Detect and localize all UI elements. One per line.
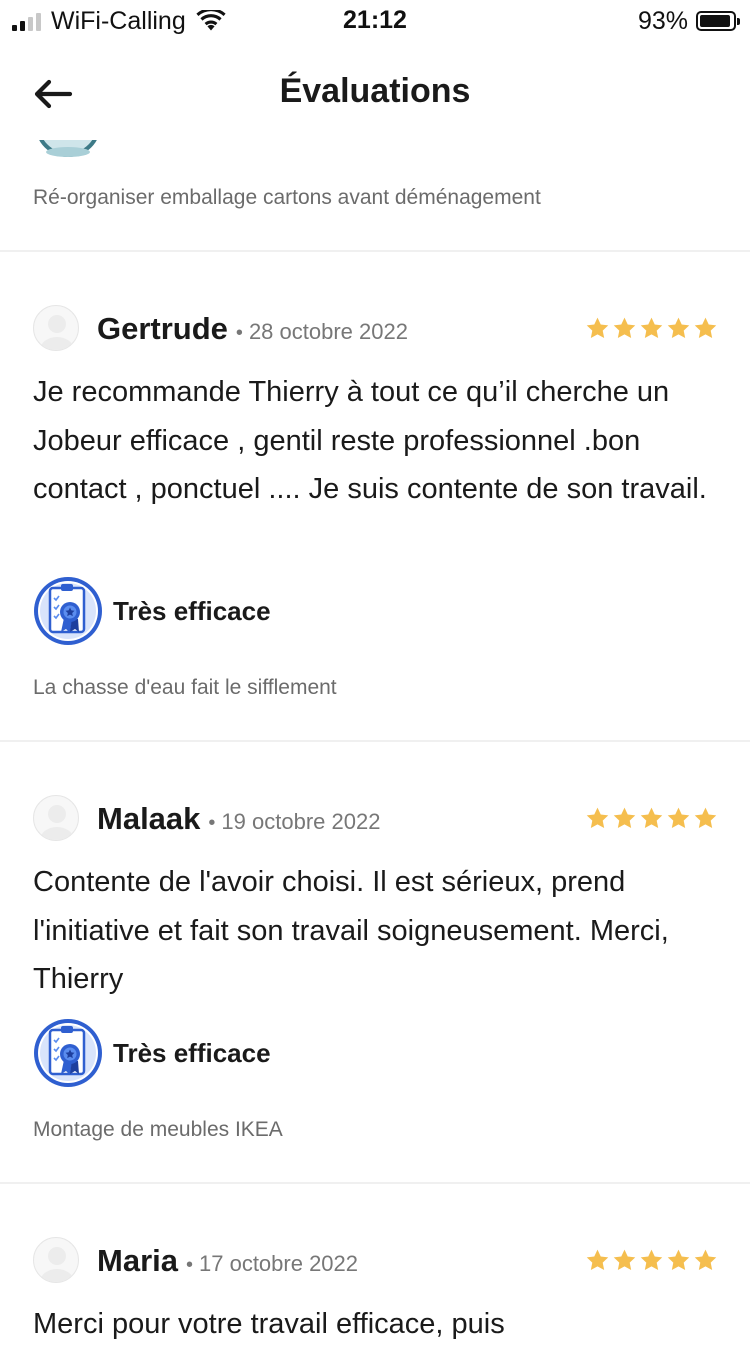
separator-dot: • xyxy=(208,812,216,834)
star-icon xyxy=(693,806,718,831)
star-icon xyxy=(666,316,691,341)
star-icon xyxy=(666,1248,691,1273)
review-text: Je recommande Thierry à tout ce qu’il ch… xyxy=(33,376,707,505)
badge-label: Très efficace xyxy=(113,596,271,626)
page-title: Évaluations xyxy=(279,72,471,110)
star-icon xyxy=(639,316,664,341)
separator-dot: • xyxy=(185,1254,193,1276)
star-icon xyxy=(612,806,637,831)
star-icon xyxy=(639,806,664,831)
reviewer-name-text: Gertrude xyxy=(97,311,228,346)
reviewer-name-text: Malaak xyxy=(97,801,201,836)
star-icon xyxy=(693,316,718,341)
rating-stars xyxy=(585,806,718,831)
star-icon xyxy=(585,806,610,831)
separator-dot: • xyxy=(235,322,243,344)
review-date: 19 octobre 2022 xyxy=(221,809,381,834)
avatar xyxy=(33,1237,79,1283)
star-icon xyxy=(612,1248,637,1273)
reviewer-name: Gertrude • 28 octobre 2022 xyxy=(97,311,408,347)
review-divider xyxy=(0,250,750,252)
reviews-list[interactable]: Ré-organiser emballage cartons avant dém… xyxy=(0,0,750,1340)
efficiency-badge-icon xyxy=(33,576,103,646)
rating-stars xyxy=(585,1248,718,1273)
star-icon xyxy=(585,1248,610,1273)
review-date: 28 octobre 2022 xyxy=(248,319,408,344)
star-icon xyxy=(693,1248,718,1273)
review-divider xyxy=(0,740,750,742)
task-title: Montage de meubles IKEA xyxy=(33,1118,283,1141)
reviewer-name: Malaak • 19 octobre 2022 xyxy=(97,801,380,837)
star-icon xyxy=(639,1248,664,1273)
task-title: La chasse d'eau fait le sifflement xyxy=(33,676,337,699)
reviewer-name-text: Maria xyxy=(97,1243,178,1278)
previous-review-task: Ré-organiser emballage cartons avant dém… xyxy=(33,186,541,209)
reviewer-name: Maria • 17 octobre 2022 xyxy=(97,1243,358,1279)
badge-label: Très efficace xyxy=(113,1038,271,1068)
avatar xyxy=(33,795,79,841)
star-icon xyxy=(666,806,691,831)
app-header: Évaluations xyxy=(0,48,750,140)
efficiency-badge-icon xyxy=(33,1018,103,1088)
avatar xyxy=(33,305,79,351)
rating-stars xyxy=(585,316,718,341)
review-text: Contente de l'avoir choisi. Il est série… xyxy=(33,866,669,995)
review-text: Merci pour votre travail efficace, puis xyxy=(33,1308,505,1340)
star-icon xyxy=(612,316,637,341)
star-icon xyxy=(585,316,610,341)
review-date: 17 octobre 2022 xyxy=(199,1251,359,1276)
review-divider xyxy=(0,1182,750,1184)
